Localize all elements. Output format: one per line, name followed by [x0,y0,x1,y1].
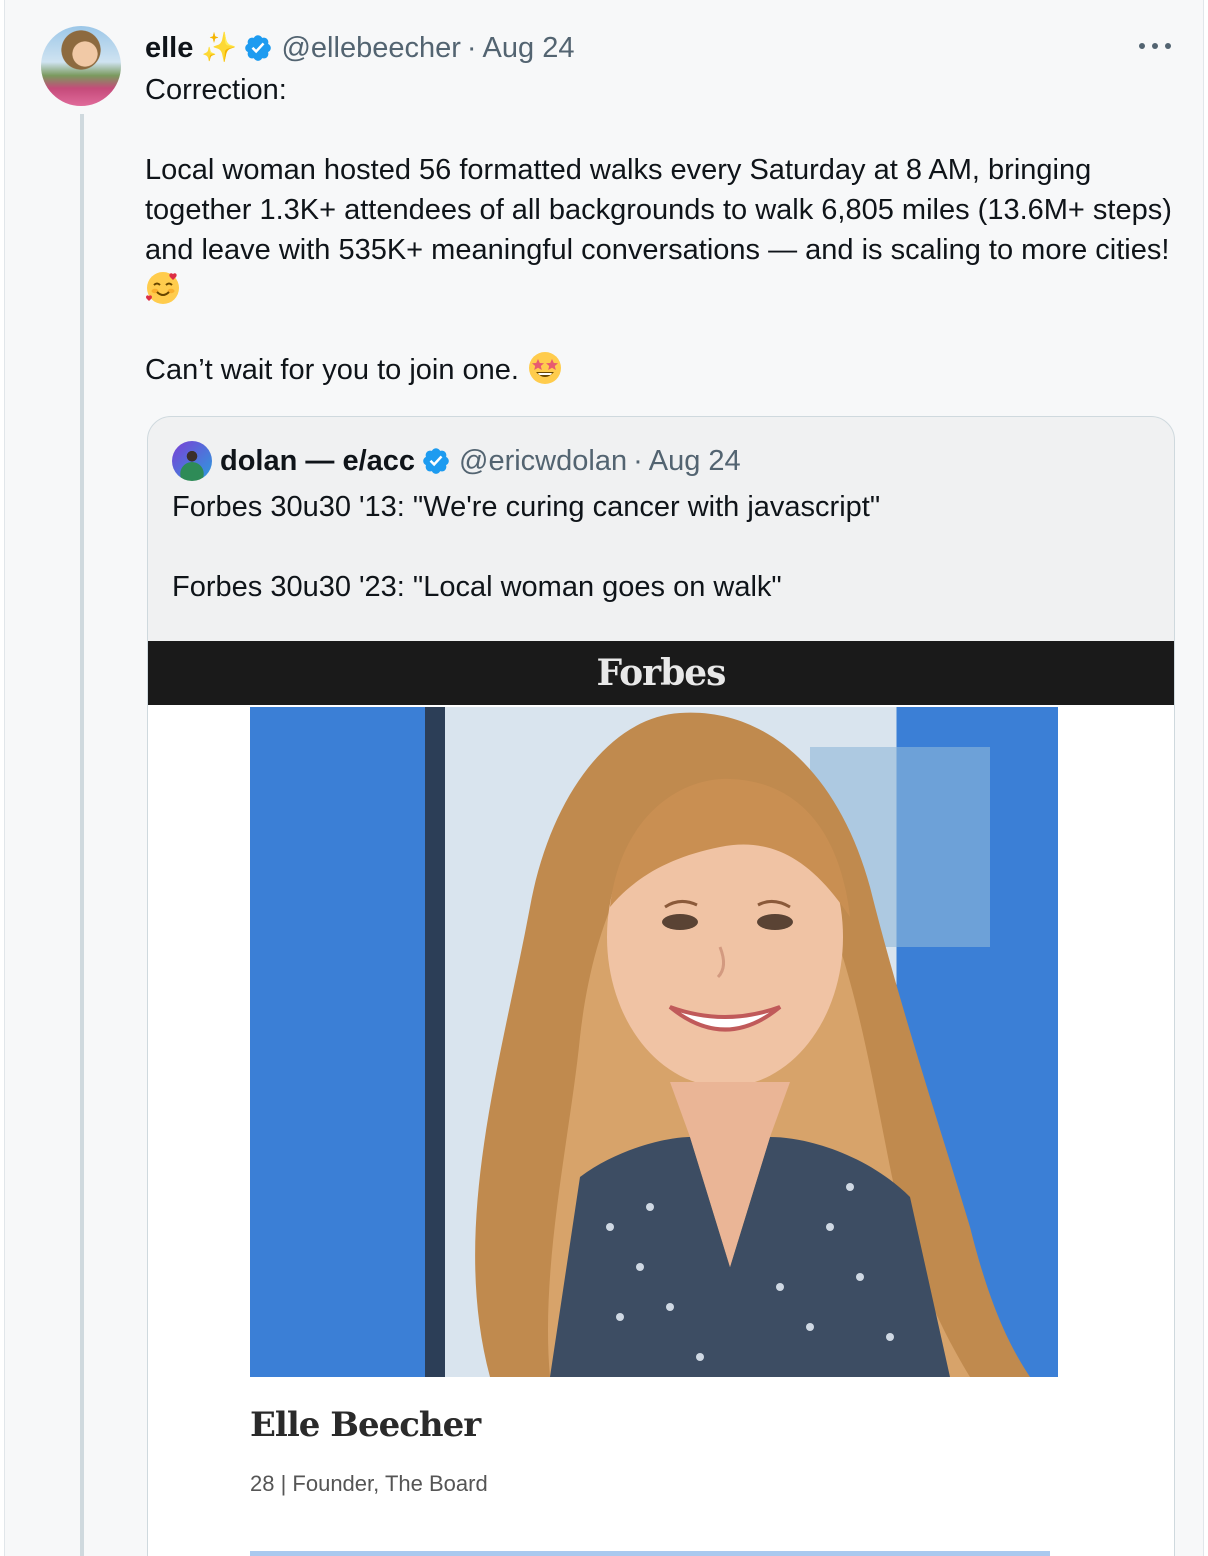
tweet-text: Correction: Local woman hosted 56 format… [145,70,1175,390]
smiling-face-with-hearts-emoji [146,272,179,304]
author-name[interactable]: elle [145,32,193,65]
quoted-tweet-header: dolan — e/acc @ericwdolan · Aug 24 [172,441,741,481]
separator: · [466,31,477,64]
tweet-line-correction: Correction: [145,74,287,106]
tweet-card[interactable]: elle ✨ @ellebeecher · Aug 24 Correction:… [4,0,1204,1556]
profile-name: Elle Beecher [250,1405,481,1445]
thread-line [80,114,84,1556]
tweet-closing: Can’t wait for you to join one. [145,350,1175,390]
more-icon[interactable] [1135,30,1175,62]
quoted-media-image[interactable]: Forbes Elle Beecher 28 | Founder, The Bo… [148,641,1174,1556]
quoted-author-name[interactable]: dolan — e/acc [220,445,415,478]
decorative-strip [250,1551,1050,1556]
author-handle[interactable]: @ellebeecher [281,32,460,65]
star-struck-emoji [529,352,562,384]
verified-badge-icon [245,35,272,61]
tweet-header: elle ✨ @ellebeecher · Aug 24 [145,28,574,68]
author-avatar[interactable] [41,26,121,106]
quoted-tweet-date[interactable]: Aug 24 [649,445,741,478]
quoted-tweet[interactable]: dolan — e/acc @ericwdolan · Aug 24 Forbe… [147,416,1175,1556]
forbes-header-bar: Forbes [148,641,1174,705]
quoted-author-handle[interactable]: @ericwdolan [459,445,627,478]
tweet-paragraph: Local woman hosted 56 formatted walks ev… [145,150,1175,310]
quoted-author-avatar[interactable] [172,441,212,481]
portrait-illustration [425,707,1031,1377]
separator: · [633,444,643,477]
quoted-line-1: Forbes 30u30 '13: "We're curing cancer w… [172,491,881,523]
verified-badge-icon [423,448,449,474]
forbes-logo: Forbes [596,652,727,694]
profile-subtitle: 28 | Founder, The Board [250,1471,488,1496]
tweet-date[interactable]: Aug 24 [483,32,575,65]
quoted-tweet-text: Forbes 30u30 '13: "We're curing cancer w… [172,487,1152,607]
sparkles-emoji: ✨ [201,32,238,64]
portrait-photo [250,707,1058,1377]
quoted-line-2: Forbes 30u30 '23: "Local woman goes on w… [172,571,782,603]
